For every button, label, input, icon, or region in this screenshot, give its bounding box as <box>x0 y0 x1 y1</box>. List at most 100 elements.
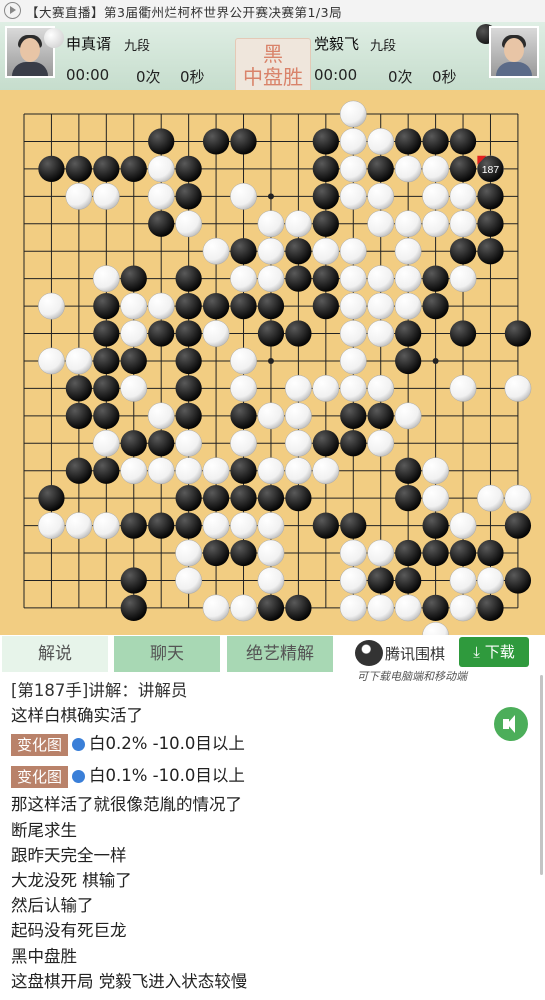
white-stone <box>449 512 477 539</box>
black-stone <box>175 155 202 182</box>
black-stone <box>257 320 285 347</box>
white-stone <box>367 539 395 567</box>
commentary-line: 断尾求生 <box>11 820 77 840</box>
white-stone <box>92 512 120 539</box>
white-stone <box>230 429 257 457</box>
black-stone <box>285 238 312 265</box>
white-stone <box>422 155 449 183</box>
black-stone <box>175 485 202 512</box>
white-stone <box>65 347 93 375</box>
black-stone <box>449 320 477 347</box>
black-stone <box>230 485 257 512</box>
white-stone <box>367 594 395 622</box>
white-stone <box>92 182 120 210</box>
white-stone <box>367 128 395 155</box>
black-stone <box>175 512 202 539</box>
white-stone <box>394 265 422 293</box>
black-stone <box>504 320 532 347</box>
white-stone <box>257 539 285 567</box>
black-stone <box>175 183 202 210</box>
black-stone <box>422 594 449 622</box>
tencent-weiqi-logo-icon <box>355 640 383 666</box>
black-stone <box>477 183 504 210</box>
white-stone <box>367 182 395 210</box>
star-point <box>432 357 439 364</box>
tab-chat[interactable]: 聊天 <box>114 636 220 672</box>
black-stone <box>120 512 147 539</box>
variation-button[interactable]: 变化图 <box>11 765 69 788</box>
white-stone <box>175 457 203 485</box>
variation-button[interactable]: 变化图 <box>11 733 69 756</box>
black-stone <box>93 375 120 402</box>
ai-icon <box>72 770 86 784</box>
black-stone <box>175 402 202 429</box>
white-stone <box>422 182 449 210</box>
commentary-line: 那这样活了就很像范胤的情况了 <box>11 795 242 815</box>
white-stone <box>422 457 449 485</box>
white-stone <box>449 265 477 293</box>
variation-text: 白0.1% -10.0目以上 <box>89 766 245 786</box>
white-stone <box>504 484 532 512</box>
go-board[interactable]: 187 <box>0 90 545 635</box>
white-stone <box>257 567 285 594</box>
black-stone <box>230 128 257 155</box>
black-stone <box>175 347 202 375</box>
white-player-avatar <box>489 26 539 78</box>
download-button[interactable]: ⤓ 下载 <box>459 637 529 667</box>
result-color: 黑 <box>263 42 283 66</box>
white-stone <box>230 182 257 210</box>
white-stone <box>422 484 449 512</box>
white-stone <box>147 155 175 183</box>
commentary-line: 跟昨天完全一样 <box>11 845 127 865</box>
black-stone <box>477 594 504 622</box>
tab-commentary[interactable]: 解说 <box>2 636 108 672</box>
black-stone <box>93 457 120 484</box>
black-stone <box>449 238 477 265</box>
speaker-icon[interactable] <box>494 707 528 741</box>
white-stone <box>339 265 367 293</box>
tab-ai-analysis[interactable]: 绝艺精解 <box>227 636 333 672</box>
black-stone <box>312 265 339 292</box>
white-player-count: 0次 <box>388 68 413 86</box>
black-stone <box>65 402 92 429</box>
black-stone <box>340 402 367 429</box>
white-stone <box>367 375 395 402</box>
players-panel: 申真谞 九段 00:00 0次 0秒 黑 中盘胜 党毅飞 九段 00:00 0次… <box>0 22 545 96</box>
black-stone <box>65 375 92 402</box>
black-stone <box>395 128 422 155</box>
black-stone <box>422 292 449 320</box>
white-stone <box>394 292 422 320</box>
variation-row-1: 变化图 白0.2% -10.0目以上 <box>11 728 491 760</box>
white-stone <box>449 182 477 210</box>
black-player-count: 0次 <box>136 68 161 86</box>
white-stone <box>449 210 477 238</box>
play-icon[interactable] <box>4 2 21 19</box>
white-stone <box>394 402 422 430</box>
variation-row-2: 变化图 白0.1% -10.0目以上 <box>11 760 491 792</box>
result-badge: 黑 中盘胜 <box>235 38 311 96</box>
white-stone-icon <box>44 28 64 48</box>
white-stone <box>339 347 367 375</box>
white-stone <box>120 457 148 485</box>
black-stone <box>148 430 175 457</box>
commentary-line: 这盘棋开局 党毅飞进入状态较慢 <box>11 971 248 991</box>
black-stone <box>312 155 339 182</box>
white-stone <box>285 402 312 430</box>
white-stone <box>339 594 367 622</box>
white-stone <box>312 457 340 485</box>
white-stone <box>285 375 312 402</box>
white-stone <box>147 182 175 210</box>
black-stone <box>202 128 230 155</box>
white-stone <box>367 320 395 347</box>
white-stone <box>175 429 203 457</box>
white-stone <box>339 155 367 183</box>
black-stone <box>422 128 449 155</box>
scrollbar[interactable] <box>540 675 543 875</box>
black-stone <box>257 485 285 512</box>
black-stone <box>367 155 394 182</box>
white-stone <box>120 320 148 347</box>
black-stone <box>65 155 92 182</box>
go-board-svg[interactable]: 187 <box>0 90 545 635</box>
white-stone <box>422 210 449 238</box>
white-stone <box>339 292 367 320</box>
